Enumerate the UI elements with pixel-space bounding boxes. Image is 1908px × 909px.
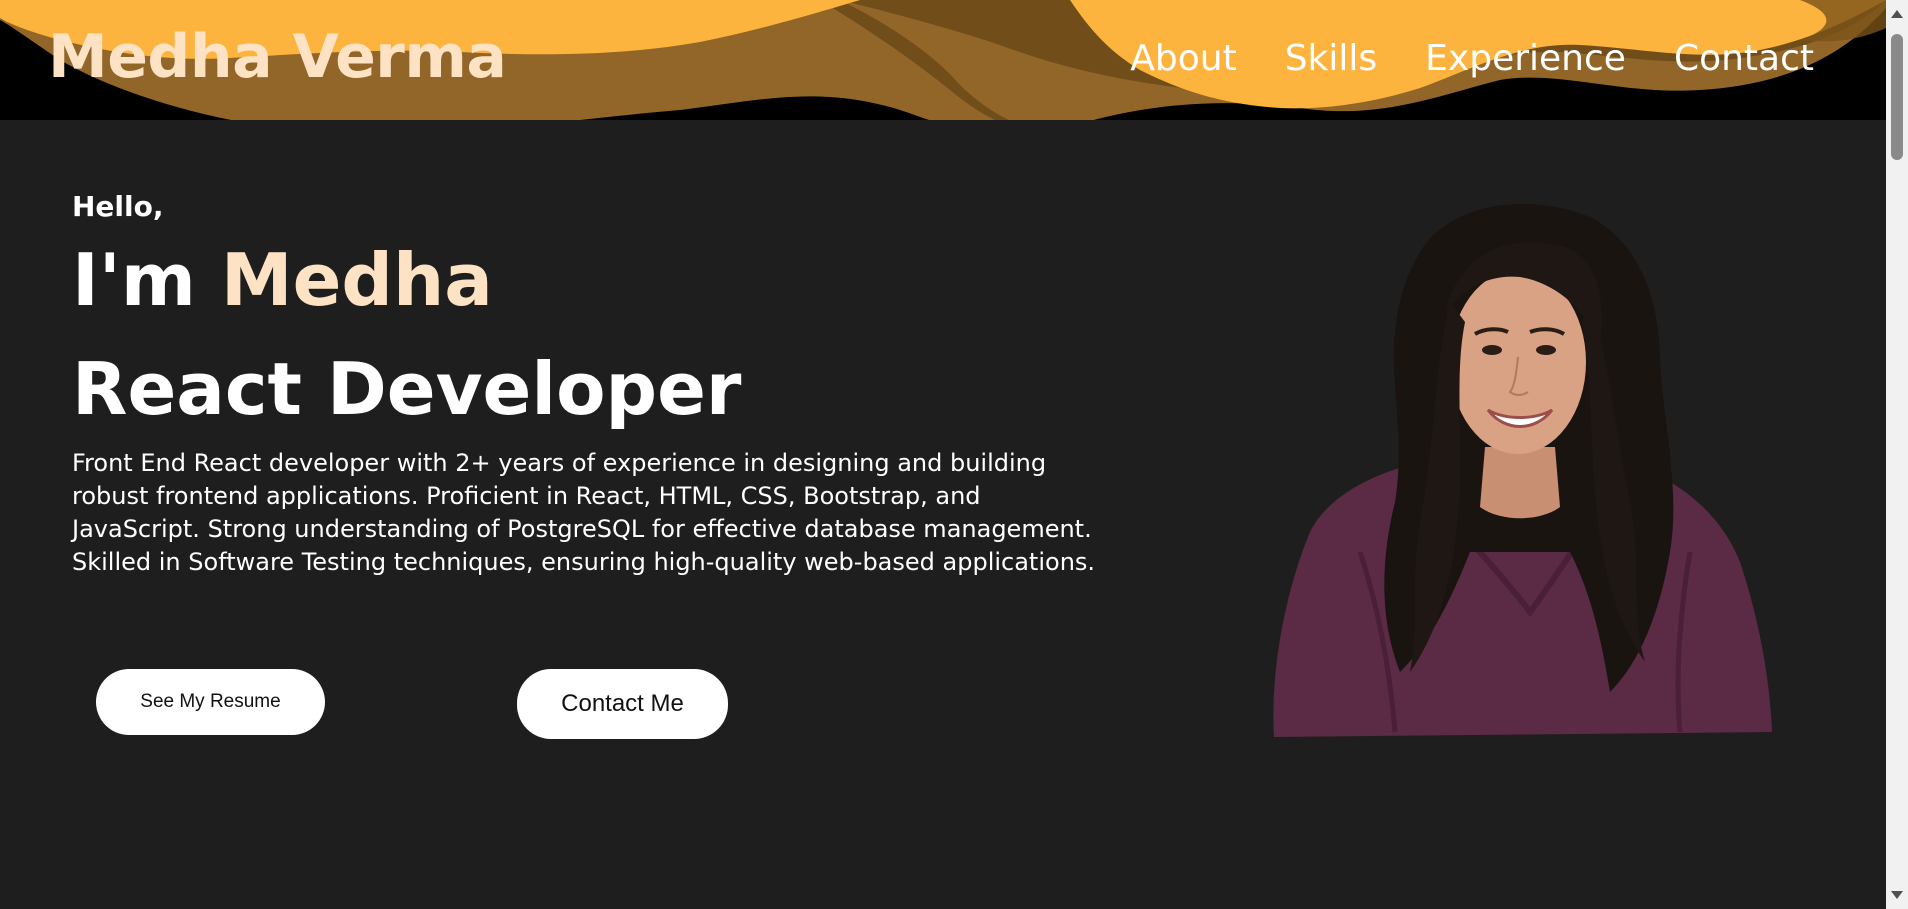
nav-link-skills[interactable]: Skills [1285,38,1377,79]
intro-prefix: I'm [72,238,221,322]
scrollbar-thumb[interactable] [1891,34,1903,160]
site-logo[interactable]: Medha Verma [48,22,507,92]
page: Medha Verma About Skills Experience Cont… [0,0,1908,909]
chevron-up-icon[interactable] [1891,10,1903,18]
greeting-text: Hello, [72,190,164,223]
bio-paragraph: Front End React developer with 2+ years … [72,449,1096,577]
role-heading: React Developer [72,347,742,432]
nav-link-contact[interactable]: Contact [1674,38,1814,79]
nav-link-about[interactable]: About [1130,38,1236,79]
page-scrollbar[interactable] [1886,0,1908,909]
see-resume-button[interactable]: See My Resume [96,669,325,735]
contact-me-button[interactable]: Contact Me [517,669,728,739]
site-header: Medha Verma About Skills Experience Cont… [0,0,1886,120]
profile-photo [1273,203,1772,737]
intro-name: Medha [220,238,493,322]
hero-section: Hello, I'm Medha React Developer Front E… [72,190,1132,579]
chevron-down-icon[interactable] [1891,891,1903,899]
intro-heading: I'm Medha [72,238,1132,322]
nav-link-experience[interactable]: Experience [1425,38,1626,79]
main-nav: About Skills Experience Contact [1082,38,1814,79]
